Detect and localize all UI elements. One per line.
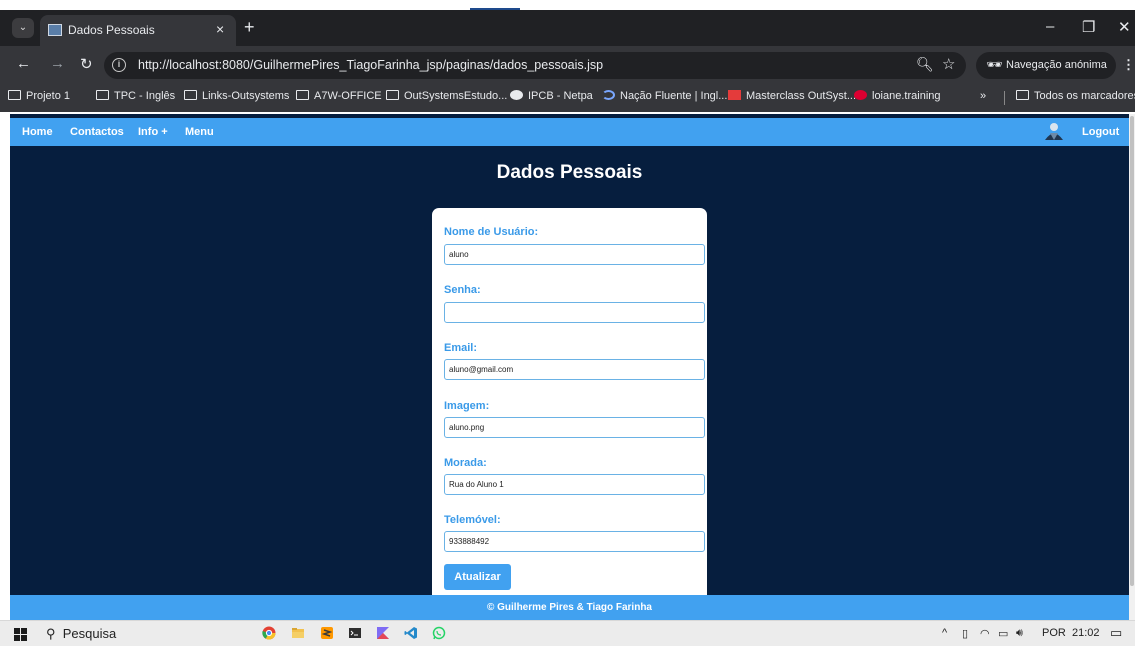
file-explorer-icon[interactable] <box>291 626 305 640</box>
outsystems-icon <box>728 90 741 100</box>
web-page: Home Contactos Info + Menu Logout Dados … <box>10 114 1129 620</box>
bookmarks-bar: Projeto 1 TPC - Inglês Links-Outsystems … <box>0 84 1135 112</box>
bookmark-item[interactable]: OutSystemsEstudo... <box>386 90 507 106</box>
info-icon[interactable]: i <box>112 58 126 72</box>
personal-data-form: Nome de Usuário: Senha: Email: Imagem: M… <box>432 208 707 608</box>
address-label: Morada: <box>444 457 487 469</box>
globe-icon <box>510 90 523 100</box>
whatsapp-icon[interactable] <box>432 626 446 640</box>
nav-home-link[interactable]: Home <box>22 126 53 138</box>
incognito-label: Navegação anónima <box>1006 59 1107 71</box>
moon-icon <box>602 90 615 100</box>
forward-icon[interactable]: → <box>50 55 65 72</box>
notifications-icon[interactable]: ▭ <box>1110 625 1122 641</box>
password-label: Senha: <box>444 284 481 296</box>
user-avatar-icon <box>1045 123 1063 140</box>
kotlin-icon[interactable] <box>376 626 390 640</box>
bookmark-item[interactable]: Projeto 1 <box>8 90 70 106</box>
site-footer: © Guilherme Pires & Tiago Farinha <box>10 595 1129 620</box>
bookmark-item[interactable]: loiane.training <box>854 90 941 106</box>
email-input[interactable] <box>444 359 705 380</box>
zoom-icon[interactable]: 🔍︎ <box>916 56 934 73</box>
bookmark-item[interactable]: A7W-OFFICE <box>296 90 382 106</box>
username-label: Nome de Usuário: <box>444 226 539 238</box>
tab-bar: ⌄ Dados Pessoais × + – ❐ ✕ <box>0 10 1135 46</box>
wifi-icon[interactable]: ◠ <box>980 627 990 640</box>
vscode-icon[interactable] <box>404 626 418 640</box>
nav-contactos-link[interactable]: Contactos <box>70 126 124 138</box>
back-icon[interactable]: ← <box>16 55 31 72</box>
bookmark-item[interactable]: IPCB - Netpa <box>510 90 593 106</box>
folder-icon <box>96 90 109 100</box>
reload-icon[interactable]: ↻ <box>80 55 93 73</box>
address-bar[interactable]: i http://localhost:8080/GuilhermePires_T… <box>104 52 966 79</box>
site-navbar: Home Contactos Info + Menu Logout <box>10 118 1129 146</box>
new-tab-icon[interactable]: + <box>244 17 255 38</box>
logout-link[interactable]: Logout <box>1082 126 1119 138</box>
incognito-icon: 🕶︎ <box>986 57 1003 72</box>
folder-icon <box>1016 90 1029 100</box>
bookmarks-divider <box>1004 91 1005 105</box>
nav-menu-link[interactable]: Menu <box>185 126 214 138</box>
tab-dados-pessoais[interactable]: Dados Pessoais × <box>40 15 236 46</box>
bookmark-item[interactable]: TPC - Inglês <box>96 90 175 106</box>
language-indicator[interactable]: POR <box>1042 627 1066 639</box>
folder-icon <box>386 90 399 100</box>
chrome-icon[interactable] <box>262 626 276 640</box>
bookmark-star-icon[interactable]: ☆ <box>942 55 955 73</box>
update-button[interactable]: Atualizar <box>444 564 511 590</box>
image-input[interactable] <box>444 417 705 438</box>
tab-list-icon[interactable]: ⌄ <box>12 18 34 38</box>
sublime-text-icon[interactable] <box>320 626 334 640</box>
username-input[interactable] <box>444 244 705 265</box>
folder-icon <box>8 90 21 100</box>
bookmark-item[interactable]: Nação Fluente | Ingl... <box>602 90 727 106</box>
search-icon: ⚲ <box>46 626 56 641</box>
close-tab-icon[interactable]: × <box>216 21 224 37</box>
phone-input[interactable] <box>444 531 705 552</box>
page-title: Dados Pessoais <box>496 162 643 183</box>
tray-device-icon[interactable]: ▯ <box>962 627 968 640</box>
email-label: Email: <box>444 342 478 354</box>
password-input[interactable] <box>444 302 705 323</box>
clock-time[interactable]: 21:02 <box>1072 627 1100 639</box>
all-bookmarks-button[interactable]: Todos os marcadores <box>1016 90 1135 106</box>
volume-icon[interactable]: 🔊︎ <box>1016 627 1023 640</box>
browser-menu-icon[interactable]: ⋮ <box>1122 57 1135 73</box>
phone-label: Telemóvel: <box>444 514 501 526</box>
restore-icon[interactable]: ❐ <box>1082 18 1095 36</box>
address-input[interactable] <box>444 474 705 495</box>
folder-icon <box>184 90 197 100</box>
page-favicon-icon <box>48 24 62 36</box>
scrollbar-thumb[interactable] <box>1130 116 1134 586</box>
page-scrollbar[interactable] <box>1129 114 1135 620</box>
terminal-icon[interactable] <box>348 626 362 640</box>
bookmark-item[interactable]: Links-Outsystems <box>184 90 289 106</box>
bookmarks-overflow-button[interactable]: » <box>980 90 986 106</box>
browser-toolbar: ← → ↻ i http://localhost:8080/GuilhermeP… <box>0 46 1135 84</box>
nav-info-link[interactable]: Info + <box>138 126 168 138</box>
windows-taskbar: ⚲ Pesquisa ^ ▯ ◠ ▭ 🔊︎ POR 21:02 ▭ <box>0 620 1135 646</box>
url-text: http://localhost:8080/GuilhermePires_Tia… <box>138 58 604 72</box>
windows-start-icon[interactable] <box>14 628 27 641</box>
image-label: Imagem: <box>444 400 490 412</box>
window-top-edge <box>0 0 1135 10</box>
incognito-indicator[interactable]: 🕶︎ Navegação anónima <box>976 52 1116 79</box>
bookmark-item[interactable]: Masterclass OutSyst... <box>728 90 856 106</box>
folder-icon <box>296 90 309 100</box>
minimize-icon[interactable]: – <box>1046 18 1054 35</box>
tray-chevron-icon[interactable]: ^ <box>942 627 947 639</box>
taskbar-search-label: Pesquisa <box>62 626 117 641</box>
angular-icon <box>854 90 867 100</box>
close-window-icon[interactable]: ✕ <box>1118 18 1131 36</box>
tab-title: Dados Pessoais <box>68 23 155 37</box>
taskbar-search[interactable]: ⚲ Pesquisa <box>46 626 116 642</box>
battery-icon[interactable]: ▭ <box>998 627 1008 640</box>
